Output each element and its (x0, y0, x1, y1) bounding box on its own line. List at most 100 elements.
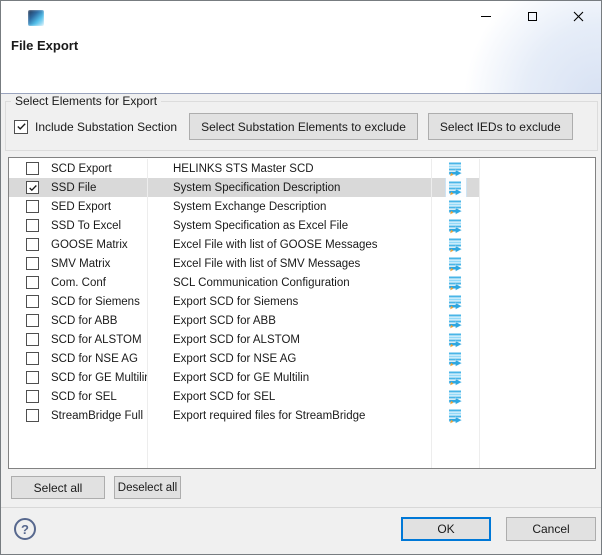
ok-button[interactable]: OK (401, 517, 491, 541)
export-document-icon (448, 370, 464, 386)
table-row[interactable]: SSD To Excel System Specification as Exc… (9, 216, 595, 235)
row-description: Export SCD for GE Multilin (173, 372, 309, 384)
table-row[interactable]: SCD Export HELINKS STS Master SCD (9, 159, 595, 178)
export-options-table: SCD Export HELINKS STS Master SCD (8, 157, 596, 469)
row-export-button[interactable] (445, 197, 467, 216)
row-name: GOOSE Matrix (51, 239, 128, 251)
include-substation-label: Include Substation Section (35, 120, 177, 134)
row-checkbox[interactable] (26, 276, 39, 289)
row-export-button[interactable] (445, 159, 467, 178)
export-document-icon (448, 275, 464, 291)
export-document-icon (448, 294, 464, 310)
row-export-button[interactable] (445, 254, 467, 273)
export-document-icon (448, 161, 464, 177)
row-export-button[interactable] (445, 311, 467, 330)
row-checkbox[interactable] (26, 352, 39, 365)
app-icon (28, 10, 44, 26)
table-row[interactable]: SCD for Siemens Export SCD for Siemens (9, 292, 595, 311)
row-export-button[interactable] (445, 368, 467, 387)
row-checkbox[interactable] (26, 371, 39, 384)
row-checkbox[interactable] (26, 200, 39, 213)
row-description: System Specification Description (173, 182, 340, 194)
caption-buttons (463, 1, 601, 31)
row-export-button[interactable] (445, 387, 467, 406)
row-export-button[interactable] (445, 292, 467, 311)
row-export-button[interactable] (445, 273, 467, 292)
select-substation-elements-button[interactable]: Select Substation Elements to exclude (189, 113, 418, 140)
check-icon (16, 121, 27, 132)
export-document-icon (448, 199, 464, 215)
row-checkbox[interactable] (26, 238, 39, 251)
row-export-button[interactable] (445, 216, 467, 235)
row-description: SCL Communication Configuration (173, 277, 350, 289)
row-name: SCD for GE Multilin (51, 372, 148, 384)
row-checkbox[interactable] (26, 314, 39, 327)
table-row[interactable]: SMV Matrix Excel File with list of SMV M… (9, 254, 595, 273)
export-table-body: SCD Export HELINKS STS Master SCD (9, 158, 595, 468)
table-empty-area (9, 425, 595, 468)
close-button[interactable] (555, 1, 601, 31)
row-name: SCD Export (51, 163, 112, 175)
export-document-icon (448, 237, 464, 253)
footer-separator (1, 507, 601, 508)
minimize-icon (481, 16, 491, 17)
table-row[interactable]: Com. Conf SCL Communication Configuratio… (9, 273, 595, 292)
row-checkbox[interactable] (26, 257, 39, 270)
row-name: SMV Matrix (51, 258, 110, 270)
page-title: File Export (11, 38, 78, 53)
row-name: SCD for Siemens (51, 296, 140, 308)
export-document-icon (448, 180, 464, 196)
table-row[interactable]: SED Export System Exchange Description (9, 197, 595, 216)
group-legend: Select Elements for Export (11, 94, 161, 108)
maximize-icon (528, 12, 537, 21)
row-name: SSD File (51, 182, 96, 194)
row-description: Excel File with list of GOOSE Messages (173, 239, 378, 251)
select-all-button[interactable]: Select all (11, 476, 105, 499)
table-row[interactable]: SCD for GE Multilin Export SCD for GE Mu… (9, 368, 595, 387)
export-document-icon (448, 351, 464, 367)
row-description: Export required files for StreamBridge (173, 410, 365, 422)
row-checkbox[interactable] (26, 181, 39, 194)
maximize-button[interactable] (509, 1, 555, 31)
row-export-button[interactable] (445, 330, 467, 349)
deselect-all-button[interactable]: Deselect all (114, 476, 181, 499)
row-checkbox[interactable] (26, 219, 39, 232)
include-substation-checkbox[interactable]: Include Substation Section (14, 120, 177, 134)
row-checkbox[interactable] (26, 409, 39, 422)
export-document-icon (448, 256, 464, 272)
include-substation-checkbox-box[interactable] (14, 120, 28, 134)
row-export-button[interactable] (445, 235, 467, 254)
row-checkbox[interactable] (26, 390, 39, 403)
minimize-button[interactable] (463, 1, 509, 31)
row-checkbox[interactable] (26, 333, 39, 346)
table-row[interactable]: SSD File System Specification Descriptio… (9, 178, 595, 197)
row-description: Export SCD for ALSTOM (173, 334, 300, 346)
table-row[interactable]: SCD for ABB Export SCD for ABB (9, 311, 595, 330)
select-elements-group: Select Elements for Export Include Subst… (5, 101, 598, 151)
select-ieds-button[interactable]: Select IEDs to exclude (428, 113, 573, 140)
export-document-icon (448, 313, 464, 329)
row-export-button[interactable] (445, 406, 467, 425)
row-name: SCD for NSE AG (51, 353, 138, 365)
table-row[interactable]: SCD for ALSTOM Export SCD for ALSTOM (9, 330, 595, 349)
row-name: SCD for ABB (51, 315, 117, 327)
table-row[interactable]: SCD for SEL Export SCD for SEL (9, 387, 595, 406)
row-description: Export SCD for Siemens (173, 296, 298, 308)
row-name: SCD for ALSTOM (51, 334, 142, 346)
table-row[interactable]: GOOSE Matrix Excel File with list of GOO… (9, 235, 595, 254)
row-name: StreamBridge Full Ex... (51, 410, 148, 422)
row-export-button[interactable] (445, 178, 467, 197)
row-checkbox[interactable] (26, 295, 39, 308)
cancel-button[interactable]: Cancel (506, 517, 596, 541)
table-row[interactable]: SCD for NSE AG Export SCD for NSE AG (9, 349, 595, 368)
export-document-icon (448, 218, 464, 234)
export-document-icon (448, 332, 464, 348)
row-name: SSD To Excel (51, 220, 121, 232)
help-button[interactable]: ? (14, 518, 36, 540)
row-export-button[interactable] (445, 349, 467, 368)
row-checkbox[interactable] (26, 162, 39, 175)
close-icon (573, 11, 584, 22)
check-icon (28, 183, 38, 193)
export-document-icon (448, 389, 464, 405)
table-row[interactable]: StreamBridge Full Ex... Export required … (9, 406, 595, 425)
